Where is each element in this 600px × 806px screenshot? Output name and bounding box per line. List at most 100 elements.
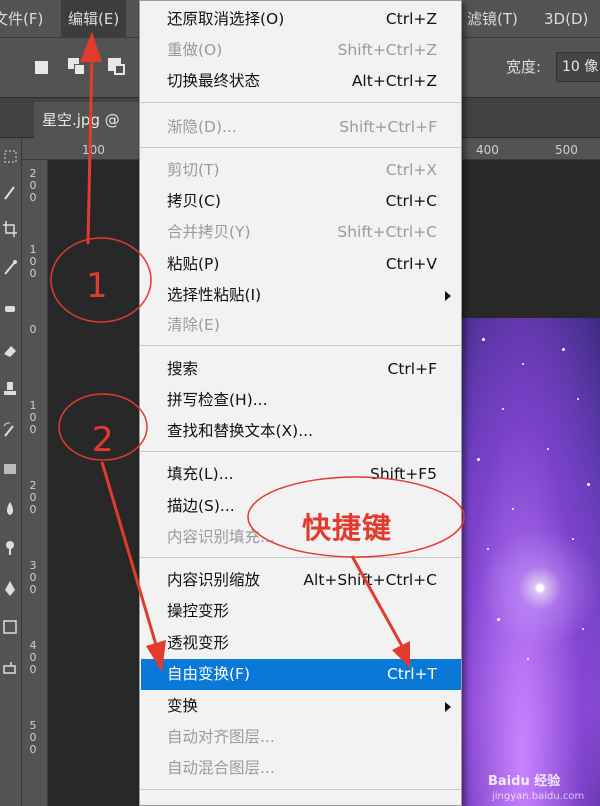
menu-item-label: 还原取消选择(O) — [167, 10, 285, 28]
rectangle-tool-icon[interactable] — [1, 616, 19, 638]
add-to-selection-button[interactable] — [64, 54, 90, 80]
ruler-mark: 0 — [29, 323, 37, 336]
menu-item-label: 选择性粘贴(I) — [167, 286, 262, 304]
menu-item-label: 渐隐(D)... — [167, 118, 237, 136]
menu-item-shortcut: Ctrl+X — [385, 161, 437, 179]
menu-item-content-aware-scale[interactable]: 内容识别缩放 Alt+Shift+Ctrl+C — [140, 565, 461, 596]
eraser-tool-icon[interactable] — [1, 340, 19, 362]
submenu-arrow-icon — [445, 291, 451, 301]
menu-item-label: 搜索 — [167, 360, 199, 378]
brush-tool-icon[interactable] — [1, 182, 19, 204]
menu-item-shortcut: Shift+Ctrl+F — [339, 118, 437, 136]
menu-item-undo[interactable]: 还原取消选择(O) Ctrl+Z — [140, 4, 461, 35]
menu-item-perspective-warp[interactable]: 透视变形 — [140, 628, 461, 659]
ruler-mark: 400 — [476, 143, 499, 157]
dodge-tool-icon[interactable] — [1, 536, 19, 558]
menu-item-toggle-last-state[interactable]: 切换最终状态 Alt+Ctrl+Z — [140, 66, 461, 97]
menu-item-shortcut: Ctrl+V — [385, 255, 437, 273]
menu-item-paste-special[interactable]: 选择性粘贴(I) — [140, 280, 461, 311]
menu-item-fill[interactable]: 填充(L)... Shift+F5 — [140, 459, 461, 490]
menu-separator — [140, 557, 461, 558]
menu-item-stroke[interactable]: 描边(S)... — [140, 491, 461, 522]
menu-separator — [140, 102, 461, 103]
marquee-tool-icon[interactable] — [1, 146, 19, 168]
gradient-tool-icon[interactable] — [1, 458, 19, 480]
menu-item-copy[interactable]: 拷贝(C) Ctrl+C — [140, 186, 461, 217]
menu-separator — [140, 789, 461, 790]
submenu-arrow-icon — [445, 702, 451, 712]
ruler-mark: 3 0 0 — [29, 559, 37, 596]
menu-item-shortcut: Ctrl+Z — [385, 10, 437, 28]
menu-item-auto-align-layers[interactable]: 自动对齐图层... — [140, 722, 461, 753]
menu-item-search[interactable]: 搜索 Ctrl+F — [140, 354, 461, 385]
eyedropper-tool-icon[interactable] — [1, 256, 19, 278]
menu-item-label: 重做(O) — [167, 41, 223, 59]
menu-item-label: 拷贝(C) — [167, 192, 221, 210]
menu-item-label: 查找和替换文本(X)... — [167, 422, 313, 440]
ruler-mark: 500 — [555, 143, 578, 157]
menu-item-label: 操控变形 — [167, 602, 230, 620]
clone-stamp-tool-icon[interactable] — [1, 378, 19, 400]
menu-item-fade[interactable]: 渐隐(D)... Shift+Ctrl+F — [140, 112, 461, 143]
menu-item-label: 变换 — [167, 697, 199, 715]
new-selection-button[interactable] — [28, 54, 54, 80]
menu-item-shortcut: Ctrl+T — [386, 665, 437, 683]
menu-item-shortcut: Shift+F5 — [370, 465, 437, 483]
width-input[interactable]: 10 像 — [556, 52, 600, 82]
menu-item-label: 合并拷贝(Y) — [167, 223, 251, 241]
menu-item-find-replace[interactable]: 查找和替换文本(X)... — [140, 416, 461, 447]
ruler-mark: 1 0 0 — [29, 243, 37, 280]
hand-tool-icon[interactable] — [1, 656, 19, 678]
ruler-mark: 2 0 0 — [29, 479, 37, 516]
menu-edit[interactable]: 编辑(E) — [61, 0, 127, 38]
starry-sky-image — [462, 318, 600, 806]
tool-bar — [0, 138, 22, 806]
menu-item-content-aware-fill[interactable]: 内容识别填充... — [140, 522, 461, 553]
menu-item-label: 粘贴(P) — [167, 255, 220, 273]
pen-tool-icon[interactable] — [1, 578, 19, 600]
vertical-ruler: 2 0 0 1 0 0 0 1 0 0 2 0 0 3 0 0 4 0 0 5 … — [22, 160, 48, 806]
menu-item-shortcut: Alt+Ctrl+Z — [351, 72, 437, 90]
blur-tool-icon[interactable] — [1, 498, 19, 520]
menu-item-shortcut: Alt+Shift+Ctrl+C — [303, 571, 437, 589]
menu-item-spell-check[interactable]: 拼写检查(H)... — [140, 385, 461, 416]
menu-item-cut[interactable]: 剪切(T) Ctrl+X — [140, 155, 461, 186]
menu-separator — [140, 451, 461, 452]
menu-item-label: 剪切(T) — [167, 161, 220, 179]
menu-file[interactable]: 文件(F) — [0, 0, 50, 38]
width-label: 宽度: — [506, 58, 542, 76]
history-brush-tool-icon[interactable] — [1, 420, 19, 442]
menu-item-shortcut: Ctrl+F — [387, 360, 437, 378]
menu-item-transform[interactable]: 变换 — [140, 691, 461, 722]
menu-item-label: 拼写检查(H)... — [167, 391, 268, 409]
ruler-mark: 100 — [82, 143, 105, 157]
menu-item-copy-merged[interactable]: 合并拷贝(Y) Shift+Ctrl+C — [140, 217, 461, 248]
menu-item-free-transform[interactable]: 自由变换(F) Ctrl+T — [141, 659, 461, 690]
menu-item-auto-blend-layers[interactable]: 自动混合图层... — [140, 753, 461, 784]
menu-filter[interactable]: 滤镜(T) — [460, 0, 525, 38]
menu-item-label: 内容识别填充... — [167, 528, 275, 546]
menu-item-label: 内容识别缩放 — [167, 571, 261, 589]
menu-item-redo[interactable]: 重做(O) Shift+Ctrl+Z — [140, 35, 461, 66]
menu-item-puppet-warp[interactable]: 操控变形 — [140, 596, 461, 627]
menu-item-label: 自动对齐图层... — [167, 728, 275, 746]
ruler-mark: 5 0 0 — [29, 719, 37, 756]
subtract-from-selection-button[interactable] — [104, 54, 130, 80]
healing-tool-icon[interactable] — [1, 298, 19, 320]
menu-item-shortcut: Ctrl+C — [385, 192, 437, 210]
menu-item-paste[interactable]: 粘贴(P) Ctrl+V — [140, 249, 461, 280]
tab-document[interactable]: 星空.jpg @ — [34, 102, 149, 138]
menu-3d[interactable]: 3D(D) — [537, 0, 595, 38]
menu-separator — [140, 147, 461, 148]
menu-item-label: 描边(S)... — [167, 497, 235, 515]
menu-item-label: 切换最终状态 — [167, 72, 261, 90]
menu-item-label: 清除(E) — [167, 316, 220, 334]
menu-item-clear[interactable]: 清除(E) — [140, 310, 461, 341]
menu-item-label: 透视变形 — [167, 634, 230, 652]
ruler-mark: 1 0 0 — [29, 399, 37, 436]
menu-item-label: 填充(L)... — [167, 465, 234, 483]
ruler-mark: 2 0 0 — [29, 167, 37, 204]
menu-item-label: 自由变换(F) — [167, 665, 251, 683]
menu-separator — [140, 345, 461, 346]
crop-tool-icon[interactable] — [1, 218, 19, 240]
